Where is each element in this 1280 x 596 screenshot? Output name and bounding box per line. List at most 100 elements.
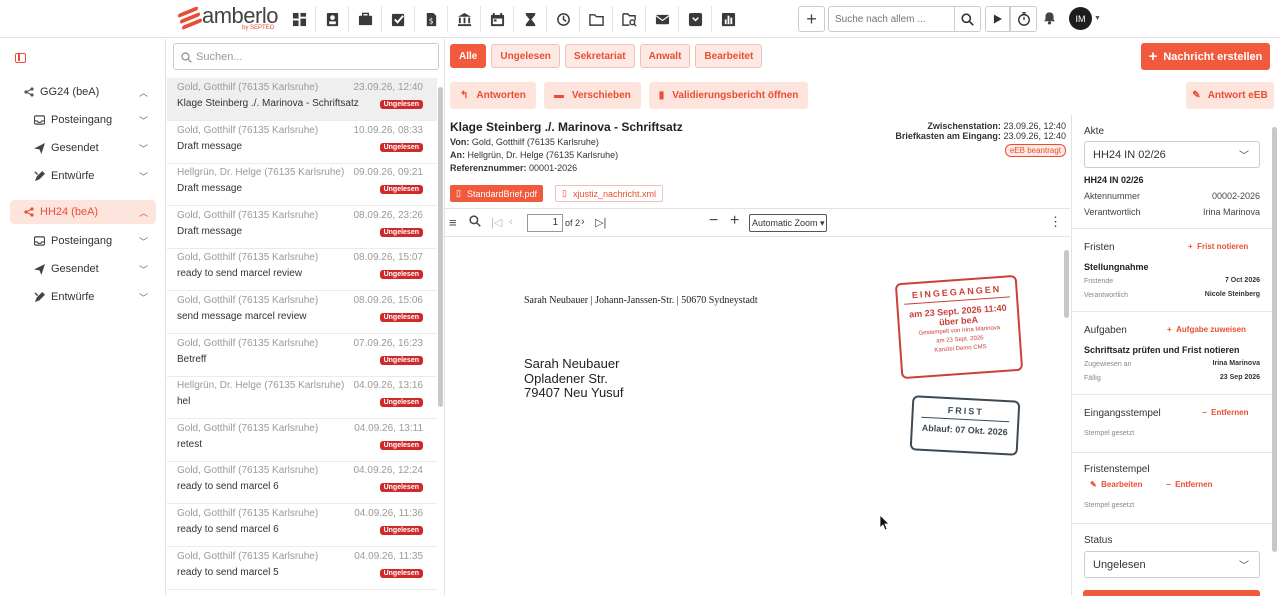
dashboard-icon[interactable]	[283, 6, 316, 32]
more-options-icon[interactable]: ⋮	[1049, 214, 1062, 230]
akte-select[interactable]: HH24 IN 02/26 ﹀	[1084, 141, 1260, 168]
divider	[1072, 228, 1272, 229]
hourglass-icon[interactable]	[514, 6, 547, 32]
sidebar-item-posteingang[interactable]: Posteingang ﹀	[10, 229, 156, 253]
last-page-icon[interactable]: ▷|	[595, 216, 606, 229]
attachment-xml[interactable]: ▯ xjustiz_nachricht.xml	[555, 185, 663, 202]
filter-ungelesen[interactable]: Ungelesen	[491, 44, 560, 68]
sidebar-item-label: Posteingang	[51, 114, 113, 126]
history-icon[interactable]	[547, 6, 580, 32]
bea-inbox-icon[interactable]	[679, 6, 712, 32]
filter-bearbeitet[interactable]: Bearbeitet	[695, 44, 763, 68]
sidebar-item-entwuerfe[interactable]: Entwürfe ﹀	[10, 285, 156, 309]
tasks-icon[interactable]	[382, 6, 415, 32]
message-from: Von: Gold, Gotthilf (76135 Karlsruhe)	[450, 137, 599, 147]
invoice-icon[interactable]: $	[415, 6, 448, 32]
briefcase-icon[interactable]	[349, 6, 382, 32]
message-list-item[interactable]: Gold, Gotthilf (76135 Karlsruhe) 04.09.26…	[167, 504, 437, 547]
avatar-caret-icon[interactable]: ▼	[1094, 15, 1101, 22]
calendar-icon[interactable]	[481, 6, 514, 32]
filter-sekretariat[interactable]: Sekretariat	[564, 44, 635, 68]
stopwatch-button[interactable]	[1010, 6, 1037, 32]
pdf-scrollbar[interactable]	[1064, 250, 1069, 318]
zoom-select[interactable]: Automatic Zoom ▾	[749, 214, 827, 232]
validation-report-button[interactable]: ▮ Validierungsbericht öffnen	[648, 82, 809, 109]
message-list-item[interactable]: Gold, Gotthilf (76135 Karlsruhe) 23.09.26…	[167, 78, 437, 121]
new-message-button[interactable]: + Nachricht erstellen	[1141, 43, 1270, 70]
message-list-item[interactable]: Gold, Gotthilf (76135 Karlsruhe) 04.09.26…	[167, 461, 437, 505]
details-scrollbar[interactable]	[1272, 127, 1277, 552]
chevron-down-icon[interactable]: ﹀	[139, 142, 148, 155]
status-select[interactable]: Ungelesen ﹀	[1084, 551, 1260, 578]
chevron-up-icon[interactable]: ︿	[139, 86, 148, 99]
remove-deadline-stamp-button[interactable]: − Entfernen	[1166, 480, 1212, 489]
message-list-item[interactable]: Gold, Gotthilf (76135 Karlsruhe) 04.09.26…	[167, 547, 437, 590]
chevron-down-icon[interactable]: ﹀	[139, 235, 148, 248]
sidebar-item-entwuerfe[interactable]: Entwürfe ﹀	[10, 164, 156, 188]
chevron-up-icon[interactable]: ︿	[139, 206, 148, 219]
unread-badge: Ungelesen	[379, 568, 423, 578]
edit-deadline-stamp-button[interactable]: ✎ Bearbeiten	[1090, 480, 1143, 489]
filter-anwalt[interactable]: Anwalt	[639, 44, 691, 68]
user-avatar[interactable]: IM	[1069, 7, 1092, 30]
chevron-down-icon: ﹀	[1239, 561, 1249, 572]
find-icon[interactable]	[469, 215, 481, 230]
document-sender-line: Sarah Neubauer | Johann-Janssen-Str. | 5…	[524, 295, 758, 306]
zoom-out-icon[interactable]: −	[709, 212, 718, 230]
message-list-item[interactable]: Gold, Gotthilf (76135 Karlsruhe) 08.09.26…	[167, 291, 437, 334]
zoom-in-icon[interactable]: +	[730, 212, 739, 230]
filter-alle[interactable]: Alle	[450, 44, 487, 68]
message-list-panel: Suchen... Gold, Gotthilf (76135 Karlsruh…	[167, 39, 445, 595]
sidebar-group-gg24[interactable]: GG24 (beA) ︿	[10, 80, 156, 104]
assign-task-button[interactable]: + Aufgabe zuweisen	[1167, 325, 1246, 334]
message-list-item[interactable]: Gold, Gotthilf (76135 Karlsruhe) 10.09.26…	[167, 121, 437, 164]
prev-page-icon[interactable]: ‹	[509, 216, 513, 228]
message-sender: Gold, Gotthilf (76135 Karlsruhe)	[177, 337, 319, 349]
quick-add-button[interactable]: +	[798, 6, 825, 32]
chevron-down-icon[interactable]: ﹀	[139, 170, 148, 183]
plus-icon: +	[1188, 242, 1193, 251]
mail-icon[interactable]	[646, 6, 679, 32]
reply-button[interactable]: ↰ Antworten	[450, 82, 536, 109]
global-search-input[interactable]	[828, 6, 954, 32]
search-folder-icon[interactable]	[613, 6, 646, 32]
list-scrollbar[interactable]	[438, 87, 443, 407]
message-search-input[interactable]: Suchen...	[173, 43, 439, 70]
main-nav: $	[283, 6, 745, 32]
sidebar-toggle-icon[interactable]	[15, 53, 26, 63]
message-subject: ready to send marcel review	[177, 268, 303, 280]
sidebar-group-hh24[interactable]: HH24 (beA) ︿	[10, 200, 156, 224]
chevron-down-icon[interactable]: ﹀	[139, 263, 148, 276]
first-page-icon[interactable]: |◁	[491, 216, 502, 229]
next-page-icon[interactable]: ›	[581, 216, 585, 228]
reports-icon[interactable]	[712, 6, 745, 32]
move-button[interactable]: ▬ Verschieben	[543, 82, 641, 109]
add-deadline-button[interactable]: + Frist notieren	[1188, 242, 1248, 251]
global-search-button[interactable]	[954, 6, 981, 32]
message-list-item[interactable]: Gold, Gotthilf (76135 Karlsruhe) 08.09.26…	[167, 206, 437, 249]
save-button[interactable]	[1083, 590, 1260, 596]
bank-icon[interactable]	[448, 6, 481, 32]
sidebar-item-gesendet[interactable]: Gesendet ﹀	[10, 136, 156, 160]
message-list-item[interactable]: Hellgrün, Dr. Helge (76135 Karlsruhe) 04.…	[167, 376, 437, 420]
notifications-bell-icon[interactable]	[1043, 11, 1056, 28]
chevron-down-icon[interactable]: ﹀	[139, 291, 148, 304]
chevron-down-icon[interactable]: ﹀	[139, 114, 148, 127]
message-list-item[interactable]: Gold, Gotthilf (76135 Karlsruhe) 04.09.26…	[167, 419, 437, 462]
attachment-pdf[interactable]: ▯ StandardBrief.pdf	[450, 185, 543, 202]
folder-icon[interactable]	[580, 6, 613, 32]
message-list-item[interactable]: Gold, Gotthilf (76135 Karlsruhe) 08.09.26…	[167, 248, 437, 292]
amberlo-logo[interactable]: amberlo by SEPTEO	[178, 4, 278, 31]
reply-eeb-button[interactable]: ✎ Antwort eEB	[1186, 82, 1274, 109]
sidebar-toggle-icon[interactable]: ≡	[449, 215, 457, 230]
sidebar-item-posteingang[interactable]: Posteingang ﹀	[10, 108, 156, 132]
timer-start-button[interactable]	[985, 6, 1010, 32]
remove-received-stamp-button[interactable]: − Entfernen	[1202, 408, 1248, 417]
contacts-icon[interactable]	[316, 6, 349, 32]
page-number-input[interactable]: 1	[527, 214, 563, 232]
sidebar-item-gesendet[interactable]: Gesendet ﹀	[10, 257, 156, 281]
message-sender: Gold, Gotthilf (76135 Karlsruhe)	[177, 252, 319, 264]
message-sender: Gold, Gotthilf (76135 Karlsruhe)	[177, 550, 319, 562]
message-list-item[interactable]: Gold, Gotthilf (76135 Karlsruhe) 07.09.26…	[167, 334, 437, 377]
message-list-item[interactable]: Hellgrün, Dr. Helge (76135 Karlsruhe) 09.…	[167, 163, 437, 207]
